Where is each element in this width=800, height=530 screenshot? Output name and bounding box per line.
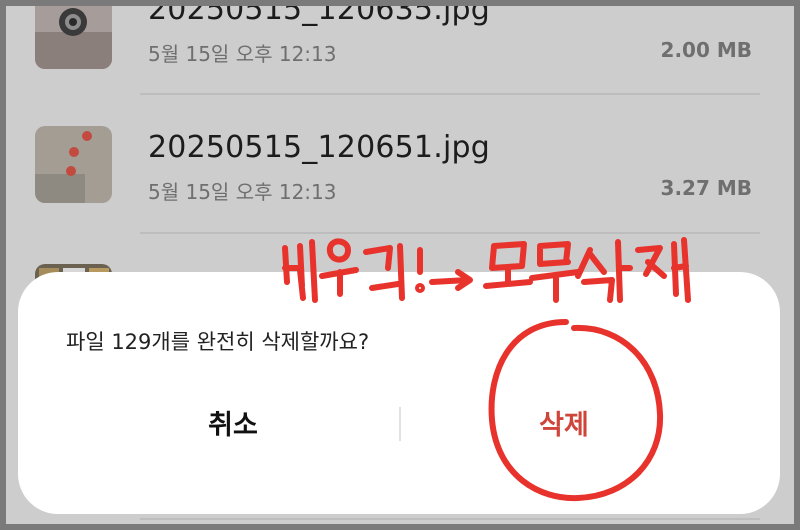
divider (140, 232, 760, 234)
cancel-button[interactable]: 취소 (113, 394, 353, 450)
delete-confirm-dialog: 파일 129개를 완전히 삭제할까요? 취소 삭제 (18, 272, 780, 514)
file-size: 3.27 MB (660, 176, 752, 200)
divider (140, 93, 760, 95)
delete-button[interactable]: 삭제 (444, 394, 684, 450)
file-thumbnail (35, 0, 112, 69)
file-name: 20250515_120651.jpg (148, 130, 490, 165)
file-name: 20250515_120635.jpg (148, 0, 490, 27)
file-date: 5월 15일 오후 12:13 (148, 180, 337, 204)
screen: 20250515_120635.jpg 5월 15일 오후 12:13 2.00… (0, 0, 800, 530)
file-thumbnail (35, 126, 112, 203)
file-date: 5월 15일 오후 12:13 (148, 42, 337, 66)
file-size: 2.00 MB (660, 38, 752, 62)
dialog-message: 파일 129개를 완전히 삭제할까요? (66, 330, 370, 354)
list-item[interactable]: 20250515_120651.jpg 5월 15일 오후 12:13 3.27… (0, 110, 800, 248)
divider (140, 518, 760, 520)
button-separator (399, 407, 401, 441)
